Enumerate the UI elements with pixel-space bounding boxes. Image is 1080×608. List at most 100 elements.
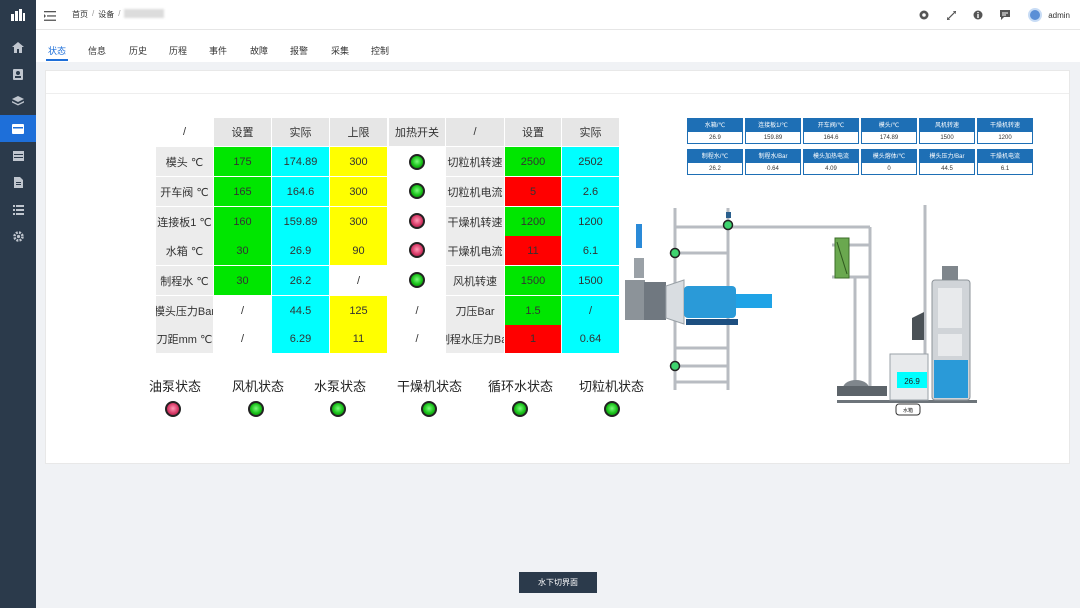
mini-cell-label: 连接板1/℃	[745, 118, 801, 131]
github-icon[interactable]	[915, 6, 933, 24]
left-row-label: 模头 ℃	[156, 147, 213, 176]
switch-underwater-view-button[interactable]: 水下切界面	[519, 572, 597, 593]
breadcrumb-separator: /	[118, 9, 121, 18]
left-row-heat: /	[389, 325, 445, 353]
cutter-housing	[665, 279, 685, 325]
status-label-oil-pump: 油泵状态	[149, 379, 202, 394]
left-row-limit: 300	[330, 207, 387, 236]
left-row-actual: 174.89	[272, 147, 329, 176]
tab-bar: 状态 信息 历史 历程 事件 故障 报警 采集 控制	[36, 30, 1080, 62]
left-row-set: 30	[214, 236, 271, 265]
id-card-icon[interactable]	[0, 61, 36, 88]
home-icon[interactable]	[0, 34, 36, 61]
mini-cell-value: 1200	[977, 131, 1033, 144]
left-row-set: 165	[214, 177, 271, 206]
sidebar	[0, 0, 36, 608]
left-table-header-actual: 实际	[272, 118, 329, 146]
right-row-actual: 2502	[562, 147, 619, 176]
right-row-label: 干燥机电流	[446, 236, 504, 265]
active-tab-indicator	[46, 59, 68, 61]
layers-icon[interactable]	[0, 88, 36, 115]
left-row-label: 水箱 ℃	[156, 236, 213, 265]
right-row-actual: 0.64	[562, 325, 619, 353]
sensor-node	[669, 360, 681, 372]
mini-cell-label: 制程水/℃	[687, 149, 743, 162]
tab-alarms[interactable]: 报警	[290, 44, 308, 57]
mini-cell-value: 0	[861, 162, 917, 175]
left-row-heat: /	[389, 296, 445, 325]
mini-cell-label: 水箱/℃	[687, 118, 743, 131]
right-row-actual: 1500	[562, 266, 619, 295]
mini-cell: 干燥机转速 1200	[977, 118, 1033, 144]
right-row-set: 5	[505, 177, 561, 206]
tab-collection[interactable]: 采集	[331, 44, 349, 57]
mini-cell-label: 模头熔体/℃	[861, 149, 917, 162]
list-icon[interactable]	[0, 196, 36, 223]
tank-temp-value: 26.9	[904, 377, 920, 386]
breadcrumb-home[interactable]: 首页	[72, 9, 88, 20]
right-row-set: 1	[505, 325, 561, 353]
right-row-label: 切粒机转速	[446, 147, 504, 176]
right-table-header-corner: /	[446, 118, 504, 146]
breadcrumb-separator: /	[92, 9, 95, 18]
tab-status[interactable]: 状态	[48, 44, 66, 57]
right-table-header-set: 设置	[505, 118, 561, 146]
right-row-label: 风机转速	[446, 266, 504, 295]
avatar[interactable]	[1028, 8, 1043, 22]
breadcrumb-device[interactable]: 设备	[98, 9, 114, 20]
fan-status-lamp	[248, 401, 264, 417]
pelletizer-motor	[684, 286, 736, 318]
breadcrumb: 首页 / 设备 /	[72, 9, 165, 20]
circulating-water-status-lamp	[512, 401, 528, 417]
left-table-header-corner: /	[156, 118, 213, 146]
die-head	[625, 280, 645, 320]
status-label-water-pump: 水泵状态	[314, 379, 367, 394]
menu-toggle-icon[interactable]	[44, 8, 58, 22]
table-icon[interactable]	[0, 142, 36, 169]
tab-events[interactable]: 事件	[209, 44, 227, 57]
right-table-header-actual: 实际	[562, 118, 619, 146]
left-row-limit: 90	[330, 236, 387, 265]
tab-course[interactable]: 历程	[169, 44, 187, 57]
motor-shaft	[736, 294, 772, 308]
small-valve	[726, 212, 731, 218]
bar-chart-logo[interactable]	[0, 0, 36, 30]
tab-faults[interactable]: 故障	[250, 44, 268, 57]
heat-switch-lamp-on	[409, 154, 425, 170]
mini-cell-label: 干燥机电流	[977, 149, 1033, 162]
pump-base	[837, 386, 887, 396]
top-right-tools: admin	[906, 6, 1070, 24]
heat-switch-lamp-off	[409, 213, 425, 229]
message-icon[interactable]	[996, 6, 1014, 24]
equipment-icon[interactable]	[0, 115, 36, 142]
inlet-valve	[636, 224, 642, 248]
top-bar: 首页 / 设备 / admin	[36, 0, 1080, 30]
tab-history[interactable]: 历史	[129, 44, 147, 57]
username[interactable]: admin	[1048, 11, 1070, 20]
left-row-limit: 11	[330, 325, 387, 353]
right-row-actual: 6.1	[562, 236, 619, 265]
mini-cell-value: 159.89	[745, 131, 801, 144]
fullscreen-icon[interactable]	[942, 6, 960, 24]
tank-label: 水箱	[903, 407, 913, 414]
heat-switch-lamp-off	[409, 242, 425, 258]
mini-cell-value: 6.1	[977, 162, 1033, 175]
right-row-actual: /	[562, 296, 619, 325]
tab-control[interactable]: 控制	[371, 44, 389, 57]
die-neck	[634, 258, 644, 278]
document-icon[interactable]	[0, 169, 36, 196]
left-row-label: 刀距mm ℃	[156, 325, 213, 353]
status-label-circulating-water: 循环水状态	[488, 379, 554, 394]
gear-icon[interactable]	[0, 223, 36, 250]
left-row-limit: 300	[330, 177, 387, 206]
info-icon[interactable]	[969, 6, 987, 24]
mini-cell-label: 模头压力/Bar	[919, 149, 975, 162]
right-row-label: 制程水压力Bar	[446, 325, 504, 353]
mini-cell: 模头压力/Bar 44.5	[919, 149, 975, 175]
right-row-set: 1200	[505, 207, 561, 236]
left-row-set: 175	[214, 147, 271, 176]
mini-cell-value: 164.6	[803, 131, 859, 144]
tab-info[interactable]: 信息	[88, 44, 106, 57]
mini-cell-value: 26.2	[687, 162, 743, 175]
left-row-actual: 44.5	[272, 296, 329, 325]
